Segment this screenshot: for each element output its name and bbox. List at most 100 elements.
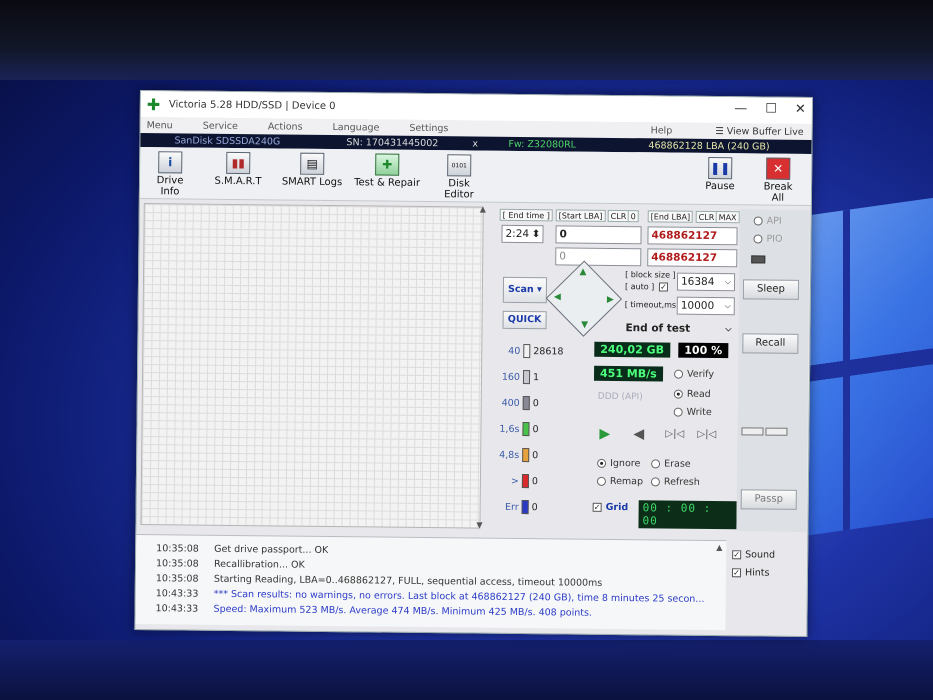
recall-button[interactable]: Recall <box>742 333 799 354</box>
navigation-pad[interactable]: ▲ ▼ ▶ ◀ <box>545 260 623 337</box>
auto-checkbox[interactable]: ✓ <box>658 282 672 292</box>
remap-radio[interactable]: Remap <box>596 475 644 488</box>
refresh-radio[interactable]: Refresh <box>650 476 700 488</box>
grid-checkbox[interactable]: ✓ Grid <box>592 501 629 514</box>
remap-label: Remap <box>609 475 644 488</box>
maximize-button[interactable]: ☐ <box>765 102 777 117</box>
menu-item-settings[interactable]: Settings <box>409 122 448 133</box>
end-lba-field[interactable]: 468862127 <box>647 226 738 246</box>
arrow-down-icon[interactable]: ▼ <box>581 320 588 330</box>
stat-row-160: 160 1 <box>498 369 539 385</box>
scan-button[interactable]: Scan ▾ <box>502 276 548 304</box>
drive-led-icon <box>751 255 766 264</box>
play-backward-icon[interactable]: ◀ <box>633 426 644 442</box>
erase-radio[interactable]: Erase <box>651 458 691 470</box>
end-lba-max-button[interactable]: MAX <box>715 211 740 224</box>
scroll-up-arrow-icon[interactable]: ▲ <box>480 205 486 214</box>
quick-button[interactable]: QUICK <box>502 310 547 330</box>
timeout-select[interactable]: 10000 ⌵ <box>676 296 735 316</box>
log-options: ✓ Sound ✓ Hints <box>731 545 802 579</box>
start-lba-zero-button[interactable]: 0 <box>627 210 639 223</box>
log-message: Get drive passport... OK <box>214 543 329 556</box>
chevron-down-icon: ⌵ <box>725 324 732 334</box>
menu-item-menu[interactable]: Menu <box>147 120 173 131</box>
menu-item-service[interactable]: Service <box>203 120 238 131</box>
stat-count: 0 <box>532 449 539 461</box>
app-cross-icon: ✚ <box>146 94 161 114</box>
write-radio[interactable]: Write <box>673 407 712 418</box>
test-repair-button[interactable]: ✚ Test & Repair <box>354 153 420 189</box>
api-label: API <box>766 215 782 227</box>
speed-display: 451 MB/s <box>593 365 663 382</box>
device-close-x[interactable]: x <box>472 138 478 149</box>
api-radio[interactable]: API <box>753 215 782 227</box>
smart-label: S.M.A.R.T <box>214 175 262 188</box>
grid-label: Grid <box>605 501 629 514</box>
break-all-button[interactable]: ✕ Break All <box>756 157 800 204</box>
green-cross-icon: ✚ <box>375 153 400 176</box>
end-lba-clr-button[interactable]: CLR <box>695 210 718 224</box>
arrow-left-icon[interactable]: ◀ <box>554 292 561 302</box>
test-area: ▲ ▼ [ End time ] 2:24 ⬍ [Start LBA] CLR … <box>136 199 812 536</box>
hints-label: Hints <box>744 567 770 579</box>
smart-button[interactable]: ▮▮ S.M.A.R.T <box>210 151 266 188</box>
sound-checkbox[interactable]: ✓ Sound <box>732 549 775 561</box>
scan-button-label: Scan <box>507 283 534 296</box>
photo-background-bottom <box>0 640 933 700</box>
smart-logs-button[interactable]: ▤ SMART Logs <box>280 152 344 188</box>
pause-button[interactable]: ❚❚ Pause <box>702 156 738 192</box>
stat-label: 40 <box>508 345 521 357</box>
log-scroll-up-icon[interactable]: ▲ <box>716 543 722 552</box>
menu-item-language[interactable]: Language <box>332 122 379 133</box>
start-lba-field[interactable]: 0 <box>555 225 642 245</box>
play-icon[interactable]: ▶ <box>599 426 610 442</box>
scroll-down-arrow-icon[interactable]: ▼ <box>476 521 482 530</box>
spin-icon[interactable]: ⬍ <box>532 226 541 242</box>
stat-count: 0 <box>531 475 539 487</box>
end-of-test-select[interactable]: End of test ⌵ <box>622 320 734 339</box>
block-size-select[interactable]: 16384 ⌵ <box>676 272 736 292</box>
drive-info-button[interactable]: i Drive Info <box>146 151 194 198</box>
stat-label: 4,8s <box>499 449 520 461</box>
block-size-label: [ block size ] <box>625 270 676 280</box>
arrow-up-icon[interactable]: ▲ <box>580 267 587 277</box>
pio-radio[interactable]: PIO <box>753 233 783 245</box>
log-message: Speed: Maximum 523 MB/s. Average 474 MB/… <box>213 603 593 619</box>
stat-color-box <box>522 396 530 411</box>
ddd-api-checkbox-label[interactable]: DDD (API) <box>598 392 643 402</box>
start-lba-clr-button[interactable]: CLR <box>607 209 630 223</box>
smart-chart-icon: ▮▮ <box>226 151 251 175</box>
passp-button[interactable]: Passp <box>740 489 797 510</box>
arrow-right-icon[interactable]: ▶ <box>607 295 614 305</box>
stat-label: 160 <box>501 371 521 383</box>
sleep-button[interactable]: Sleep <box>742 279 800 300</box>
percent-sign: % <box>711 343 723 358</box>
ignore-radio[interactable]: Ignore <box>597 458 640 469</box>
skip-icon[interactable]: ▷|◁ <box>665 429 684 440</box>
stat-label: 400 <box>501 397 520 409</box>
timer-display: 00 : 00 : 00 <box>638 500 737 530</box>
log-message: Recallibration... OK <box>213 558 305 571</box>
auto-label: [ auto ] <box>624 282 655 292</box>
end-lba-current-field: 468862127 <box>647 248 738 268</box>
close-button[interactable]: ✕ <box>795 102 806 117</box>
skip-end-icon[interactable]: ▷|◁ <box>697 429 716 440</box>
menu-item-actions[interactable]: Actions <box>268 121 303 132</box>
indicator-right-icon <box>765 427 788 436</box>
minimize-button[interactable]: — <box>734 101 747 116</box>
ignore-label: Ignore <box>610 457 641 470</box>
refresh-label: Refresh <box>663 476 700 488</box>
end-time-field[interactable]: 2:24 ⬍ <box>501 224 544 244</box>
disk-editor-button[interactable]: 0101 Disk Editor <box>432 154 486 201</box>
erase-label: Erase <box>664 458 691 470</box>
read-radio[interactable]: Read <box>673 389 711 400</box>
menu-item-help[interactable]: Help <box>651 125 673 136</box>
device-model: SanDisk SDSSDA240G <box>174 134 281 147</box>
stat-row-1-6s: 1,6s 0 <box>497 421 539 437</box>
chevron-down-icon: ⌵ <box>724 301 731 311</box>
smart-logs-label: SMART Logs <box>281 176 343 189</box>
verify-radio[interactable]: Verify <box>674 369 714 380</box>
hints-checkbox[interactable]: ✓ Hints <box>731 567 770 579</box>
view-buffer-live-toggle[interactable]: ☰ View Buffer Live <box>715 126 803 138</box>
log-time: 10:35:08 <box>155 573 199 585</box>
